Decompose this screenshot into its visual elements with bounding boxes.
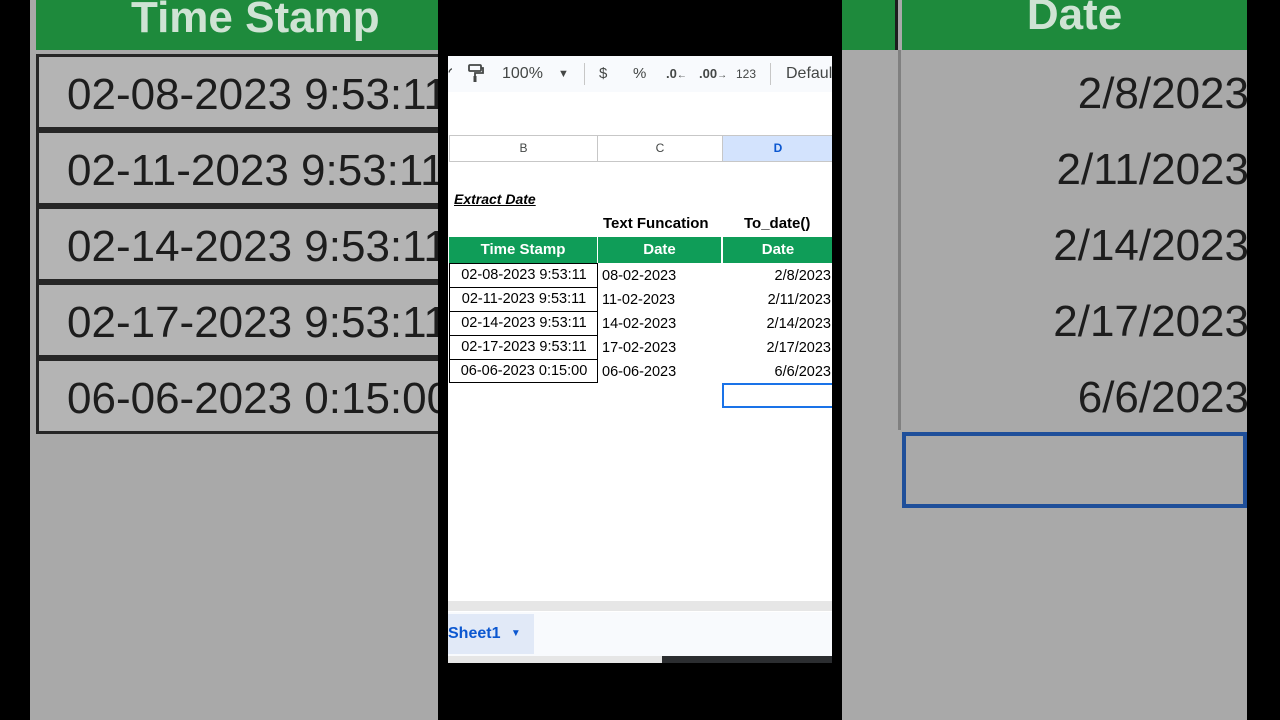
bg-column-divider: [898, 50, 901, 430]
sheet-tab[interactable]: Sheet1 ▼: [448, 614, 534, 654]
header-date-todate[interactable]: Date: [723, 237, 832, 263]
arrow-right-icon: →: [717, 70, 728, 81]
sheet-tab-label: Sheet1: [448, 625, 501, 643]
bg-timestamp-row: 06-06-2023 0:15:00: [36, 358, 438, 434]
increase-decimal-button[interactable]: .00→: [699, 63, 727, 85]
text-date-cell[interactable]: 06-06-2023: [602, 360, 676, 384]
to-date-cell[interactable]: 2/8/2023: [722, 264, 832, 288]
bg-selected-cell: [902, 432, 1247, 508]
background-zoom-left: Time Stamp 02-08-2023 9:53:11 02-11-2023…: [30, 0, 438, 720]
sheet-title[interactable]: Extract Date: [454, 187, 536, 211]
decrease-decimal-button[interactable]: .0←: [666, 63, 687, 85]
background-zoom-right: Date 2/8/2023 2/11/2023 2/14/2023 2/17/2…: [842, 0, 1247, 720]
sheet-tab-bar: Sheet1 ▼: [448, 612, 832, 656]
bg-timestamp-row: 02-08-2023 9:53:11: [36, 54, 438, 130]
spreadsheet-app: ↷ 100% ▼ $ % .0← .00→ 123 Defaul B C D E…: [448, 56, 832, 663]
to-date-cell[interactable]: 6/6/2023: [722, 360, 832, 384]
toolbar-divider: [584, 63, 585, 85]
horizontal-scrollbar[interactable]: [448, 601, 832, 611]
timestamp-cell[interactable]: 02-17-2023 9:53:11: [450, 336, 598, 360]
bg-date-value: 6/6/2023: [1077, 373, 1247, 422]
toolbar: ↷ 100% ▼ $ % .0← .00→ 123 Defaul: [448, 56, 832, 92]
bg-timestamp-row: 02-17-2023 9:53:11: [36, 282, 438, 358]
bg-date-value: 2/8/2023: [1077, 69, 1247, 118]
column-header-d[interactable]: D: [722, 135, 832, 162]
header-time-stamp[interactable]: Time Stamp: [449, 237, 598, 263]
to-date-cell[interactable]: 2/14/2023: [722, 312, 832, 336]
selected-cell[interactable]: [722, 383, 832, 408]
timestamp-cell[interactable]: 02-14-2023 9:53:11: [450, 312, 598, 336]
column-header-c[interactable]: C: [597, 135, 723, 162]
currency-format-button[interactable]: $: [599, 63, 607, 85]
timestamp-cell[interactable]: 02-08-2023 9:53:11: [450, 264, 598, 288]
bg-date-header: Date: [902, 0, 1247, 50]
arrow-left-icon: ←: [676, 70, 687, 81]
timestamp-table: 02-08-2023 9:53:11 02-11-2023 9:53:11 02…: [449, 263, 598, 383]
to-date-cell[interactable]: 2/17/2023: [722, 336, 832, 360]
text-date-cell[interactable]: 11-02-2023: [602, 288, 675, 312]
bg-timestamp-header: Time Stamp: [36, 0, 438, 50]
timestamp-cell[interactable]: 06-06-2023 0:15:00: [450, 360, 598, 384]
decrease-decimal-label: .0: [666, 66, 677, 81]
chevron-down-icon[interactable]: ▼: [558, 63, 569, 85]
font-select[interactable]: Defaul: [786, 63, 832, 85]
subheader-to-date[interactable]: To_date(): [744, 212, 810, 236]
column-header-b[interactable]: B: [449, 135, 598, 162]
zoom-select[interactable]: 100%: [502, 63, 543, 85]
toolbar-divider: [770, 63, 771, 85]
paint-format-icon[interactable]: [467, 63, 485, 85]
text-date-cell[interactable]: 17-02-2023: [602, 336, 676, 360]
bg-timestamp-row: 02-14-2023 9:53:11: [36, 206, 438, 282]
timestamp-cell[interactable]: 02-11-2023 9:53:11: [450, 288, 598, 312]
header-date-text[interactable]: Date: [598, 237, 722, 263]
text-date-cell[interactable]: 08-02-2023: [602, 264, 676, 288]
video-frame: Time Stamp 02-08-2023 9:53:11 02-11-2023…: [0, 0, 1280, 720]
to-date-cell[interactable]: 2/11/2023: [722, 288, 832, 312]
percent-format-button[interactable]: %: [633, 63, 646, 85]
subheader-text-function[interactable]: Text Funcation: [603, 212, 709, 236]
text-date-cell[interactable]: 14-02-2023: [602, 312, 676, 336]
chevron-down-icon[interactable]: ▼: [511, 628, 521, 639]
number-format-button[interactable]: 123: [736, 63, 756, 85]
bg-date-value: 2/17/2023: [1053, 297, 1247, 346]
bg-timestamp-row: 02-11-2023 9:53:11: [36, 130, 438, 206]
keyboard-strip: [662, 656, 832, 663]
increase-decimal-label: .00: [699, 66, 718, 81]
phone-frame: ↷ 100% ▼ $ % .0← .00→ 123 Defaul B C D E…: [438, 0, 842, 720]
bg-date-value: 2/14/2023: [1053, 221, 1247, 270]
bg-prev-header: [842, 0, 898, 50]
system-nav-bar: [448, 656, 832, 663]
undo-icon[interactable]: ↷: [448, 63, 452, 85]
bg-date-value: 2/11/2023: [1056, 145, 1247, 194]
